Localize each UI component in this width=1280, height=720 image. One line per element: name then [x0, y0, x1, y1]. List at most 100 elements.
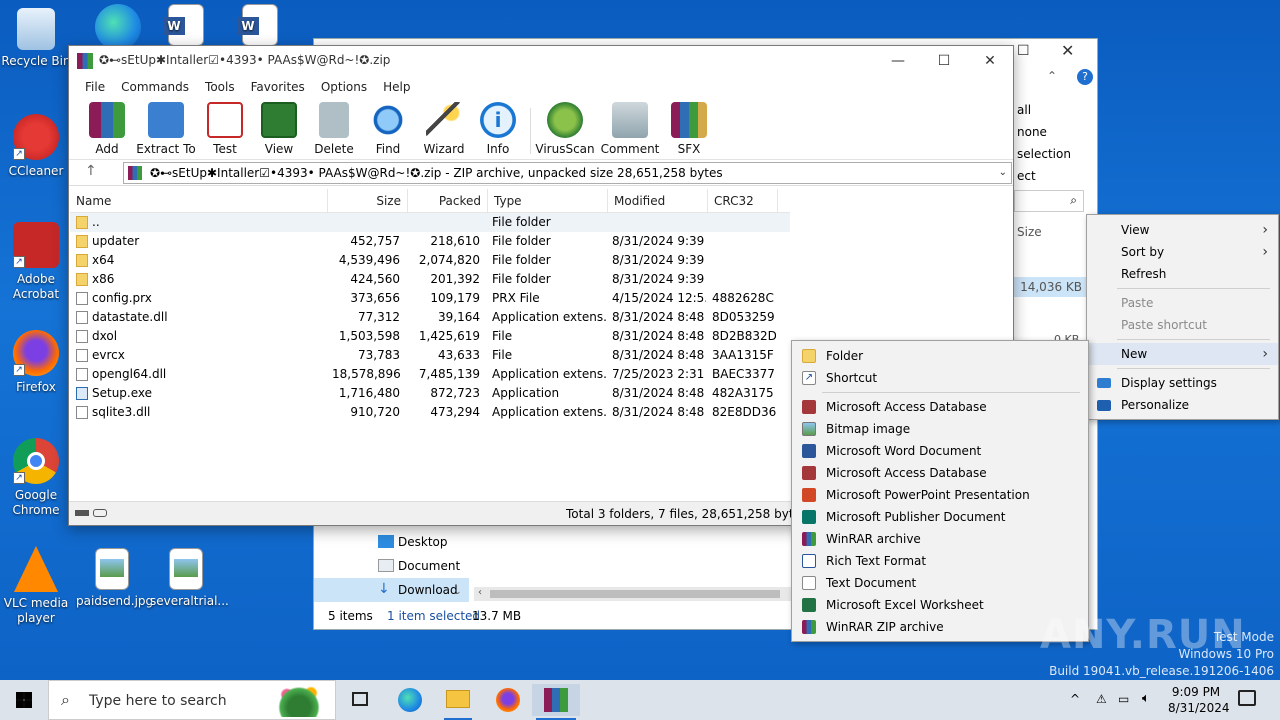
- menu-item-personalize[interactable]: Personalize: [1087, 394, 1278, 416]
- col-size[interactable]: Size: [328, 189, 408, 212]
- view-button[interactable]: View: [249, 102, 309, 156]
- maximize-button[interactable]: ☐: [921, 46, 967, 76]
- address-field[interactable]: ✪⊷sEtUp✱Intaller☑•4393• PAAs$W@Rd~!✪.zip…: [123, 162, 1012, 184]
- menu-item-new[interactable]: New ›: [1087, 343, 1278, 365]
- delete-button[interactable]: Delete: [304, 102, 364, 156]
- tray-chevron-icon[interactable]: ^: [1070, 692, 1080, 706]
- maximize-icon[interactable]: ☐: [1017, 43, 1037, 63]
- menu-help[interactable]: Help: [375, 76, 418, 100]
- new-text-doc-item[interactable]: Text Document: [792, 572, 1088, 594]
- menu-item-view[interactable]: View ›: [1087, 219, 1278, 241]
- new-word-doc-item[interactable]: Microsoft Word Document: [792, 440, 1088, 462]
- table-row[interactable]: updater 452,757 218,610 File folder 8/31/202…: [70, 232, 790, 251]
- new-powerpoint-item[interactable]: Microsoft PowerPoint Presentation: [792, 484, 1088, 506]
- selected-size-cell[interactable]: 14,036 KB: [1014, 277, 1086, 297]
- horizontal-scrollbar[interactable]: ‹: [474, 587, 792, 601]
- virusscan-button[interactable]: VirusScan: [535, 102, 595, 156]
- paidsend-desktop-icon[interactable]: paidsend.jpg: [76, 548, 153, 609]
- table-row[interactable]: evrcx 73,783 43,633 File 8/31/2024 8:48 ... 3…: [70, 346, 790, 365]
- menu-item-paste[interactable]: Paste: [1087, 292, 1278, 314]
- taskbar-firefox[interactable]: [484, 684, 532, 716]
- scroll-down-arrow-icon[interactable]: ⌄: [454, 587, 462, 597]
- nav-item-downloads[interactable]: ↓ Download: [314, 578, 469, 602]
- menu-item-refresh[interactable]: Refresh: [1087, 263, 1278, 285]
- table-row[interactable]: sqlite3.dll 910,720 473,294 Application ext…: [70, 403, 790, 422]
- size-column-header[interactable]: Size: [1017, 225, 1042, 239]
- menu-options[interactable]: Options: [313, 76, 375, 100]
- word-doc-desktop-icon-2[interactable]: W: [224, 4, 296, 50]
- table-row[interactable]: .. File folder: [70, 213, 790, 232]
- word-doc-desktop-icon-1[interactable]: W: [150, 4, 222, 50]
- minimize-button[interactable]: —: [875, 46, 921, 76]
- search-box[interactable]: ⌕ Type here to search: [48, 680, 336, 720]
- col-type[interactable]: Type: [488, 189, 608, 212]
- menu-item-sort-by[interactable]: Sort by ›: [1087, 241, 1278, 263]
- col-packed[interactable]: Packed: [408, 189, 488, 212]
- select-none-partial[interactable]: none: [1017, 121, 1071, 143]
- scroll-left-arrow-icon[interactable]: ‹: [478, 587, 482, 598]
- table-row[interactable]: dxol 1,503,598 1,425,619 File 8/31/2024 8:48…: [70, 327, 790, 346]
- select-all-partial[interactable]: all: [1017, 99, 1071, 121]
- test-button[interactable]: Test: [195, 102, 255, 156]
- new-rtf-item[interactable]: Rich Text Format: [792, 550, 1088, 572]
- network-icon[interactable]: ▭: [1118, 692, 1129, 706]
- vlc-desktop-icon[interactable]: VLC media player: [0, 546, 72, 626]
- table-row[interactable]: x64 4,539,496 2,074,820 File folder 8/31/202…: [70, 251, 790, 270]
- menu-commands[interactable]: Commands: [113, 76, 197, 100]
- new-shortcut-item[interactable]: ↗ Shortcut: [792, 367, 1088, 389]
- close-icon[interactable]: ✕: [1061, 41, 1081, 61]
- notification-center-icon[interactable]: [1238, 690, 1256, 706]
- taskbar-file-explorer[interactable]: [434, 684, 482, 720]
- table-row[interactable]: x86 424,560 201,392 File folder 8/31/2024 9:…: [70, 270, 790, 289]
- menu-file[interactable]: File: [77, 76, 113, 100]
- new-access-db-item[interactable]: Microsoft Access Database: [792, 396, 1088, 418]
- new-winrar-archive-item[interactable]: WinRAR archive: [792, 528, 1088, 550]
- taskbar-winrar[interactable]: [532, 684, 580, 720]
- table-row[interactable]: opengl64.dll 18,578,896 7,485,139 Applicati…: [70, 365, 790, 384]
- taskbar-edge[interactable]: [386, 684, 434, 716]
- task-view-button[interactable]: [336, 684, 384, 716]
- menu-item-paste-shortcut[interactable]: Paste shortcut: [1087, 314, 1278, 336]
- new-publisher-item[interactable]: Microsoft Publisher Document: [792, 506, 1088, 528]
- new-bitmap-item[interactable]: Bitmap image: [792, 418, 1088, 440]
- find-button[interactable]: Find: [358, 102, 418, 156]
- ccleaner-desktop-icon[interactable]: ↗ CCleaner: [0, 114, 72, 179]
- comment-button[interactable]: Comment: [599, 102, 661, 156]
- drive-icon[interactable]: [75, 510, 89, 516]
- volume-icon[interactable]: 🔈︎: [1142, 691, 1150, 706]
- sfx-button[interactable]: SFX: [659, 102, 719, 156]
- add-button[interactable]: Add: [77, 102, 137, 156]
- menu-item-display-settings[interactable]: Display settings: [1087, 372, 1278, 394]
- col-crc32[interactable]: CRC32: [708, 189, 778, 212]
- recycle-bin-icon[interactable]: Recycle Bin: [0, 8, 72, 69]
- clock[interactable]: 9:09 PM 8/31/2024: [1168, 684, 1230, 716]
- menu-favorites[interactable]: Favorites: [243, 76, 313, 100]
- nav-item-desktop[interactable]: Desktop: [314, 530, 469, 554]
- scrollbar-thumb[interactable]: [490, 590, 780, 598]
- info-button[interactable]: i Info: [468, 102, 528, 156]
- up-arrow-icon[interactable]: ↑: [85, 163, 97, 179]
- network-warning-icon[interactable]: ⚠: [1096, 692, 1107, 706]
- start-button[interactable]: [0, 684, 48, 716]
- nav-item-documents[interactable]: Document: [314, 554, 469, 578]
- table-row[interactable]: datastate.dll 77,312 39,164 Application ext…: [70, 308, 790, 327]
- invert-selection-partial[interactable]: selection: [1017, 143, 1071, 165]
- dropdown-chevron-icon[interactable]: ⌄: [999, 163, 1007, 183]
- severaltrial-desktop-icon[interactable]: severaltrial...: [150, 548, 229, 609]
- search-box[interactable]: ⌕: [1014, 190, 1084, 212]
- extract-to-button[interactable]: Extract To: [136, 102, 196, 156]
- new-access-db-item-2[interactable]: Microsoft Access Database: [792, 462, 1088, 484]
- close-button[interactable]: ✕: [967, 46, 1013, 76]
- col-name[interactable]: Name: [70, 189, 328, 212]
- google-chrome-desktop-icon[interactable]: ↗ Google Chrome: [0, 438, 72, 518]
- col-modified[interactable]: Modified: [608, 189, 708, 212]
- chevron-up-icon[interactable]: ⌃: [1047, 69, 1057, 83]
- menu-tools[interactable]: Tools: [197, 76, 243, 100]
- key-icon[interactable]: [93, 509, 107, 517]
- new-folder-item[interactable]: Folder: [792, 345, 1088, 367]
- table-row[interactable]: Setup.exe 1,716,480 872,723 Application 8/31…: [70, 384, 790, 403]
- firefox-desktop-icon[interactable]: ↗ Firefox: [0, 330, 72, 395]
- table-row[interactable]: config.prx 373,656 109,179 PRX File 4/15/202…: [70, 289, 790, 308]
- help-icon[interactable]: ?: [1077, 69, 1093, 85]
- adobe-acrobat-desktop-icon[interactable]: ↗ Adobe Acrobat: [0, 222, 72, 302]
